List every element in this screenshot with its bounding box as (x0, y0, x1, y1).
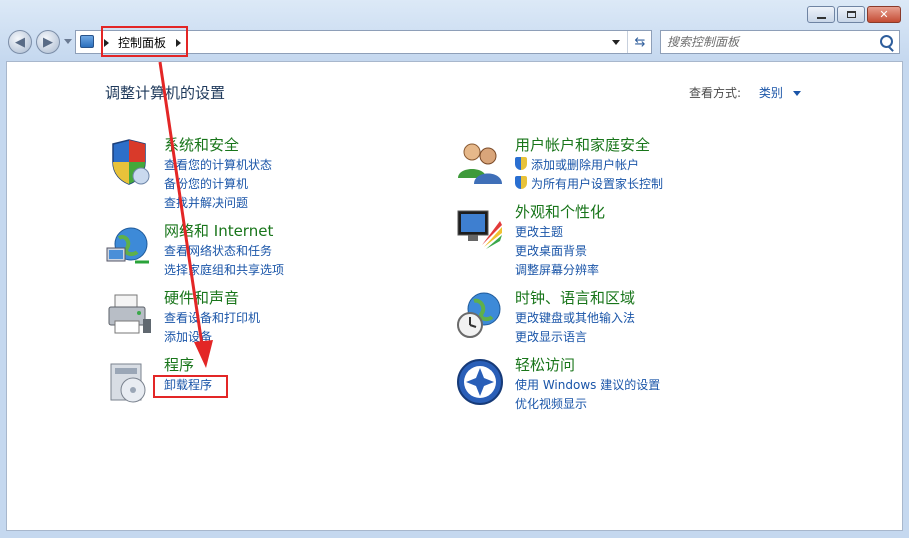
annotation-arrow (158, 61, 213, 368)
window-frame: ✕ ◀ ▶ 控制面板 ⇆ 调整计算机的设置 查看方式: 类别 (0, 0, 909, 538)
